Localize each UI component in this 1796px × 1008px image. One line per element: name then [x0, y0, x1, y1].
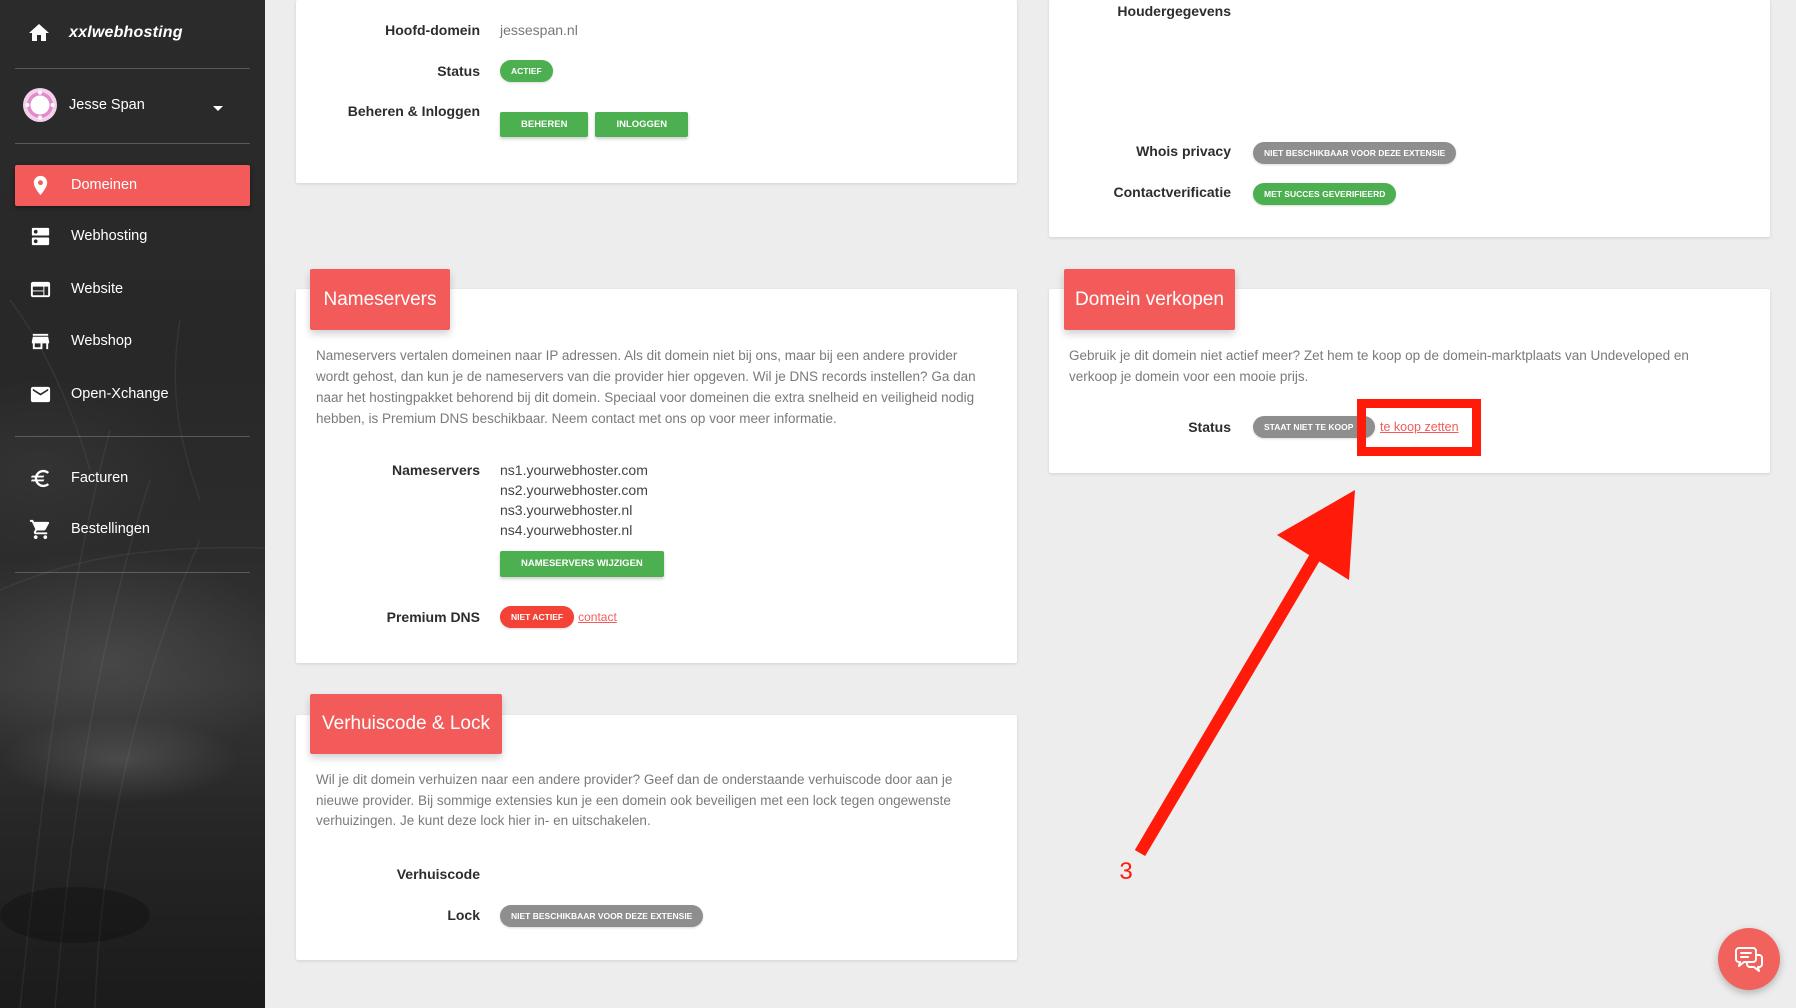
sidebar-item-domeinen[interactable]: Domeinen	[15, 165, 250, 206]
whois-label: Whois privacy	[1136, 143, 1231, 159]
sidebar-item-open-xchange[interactable]: Open-Xchange	[15, 374, 250, 415]
description-line: naar het hostingpakket behorend bij dit …	[316, 390, 975, 405]
home-icon[interactable]	[27, 21, 51, 45]
sidebar-item-website[interactable]: Website	[15, 269, 250, 310]
sidebar-item-label: Bestellingen	[71, 521, 150, 537]
sidebar-background-photo	[0, 299, 265, 1008]
website-icon	[29, 278, 52, 301]
cart-icon	[29, 518, 52, 541]
sidebar-item-label: Webshop	[71, 333, 132, 349]
sidebar-item-bestellingen[interactable]: Bestellingen	[15, 509, 250, 550]
lock-label: Lock	[447, 907, 480, 923]
description-line: Wil je dit domein verhuizen naar een and…	[316, 772, 953, 787]
nameservers-label: Nameservers	[392, 462, 480, 478]
sidebar-item-label: Website	[71, 281, 124, 297]
lock-badge: NIET BESCHIKBAAR VOOR DEZE EXTENSIE	[500, 905, 704, 927]
status-badge: ACTIEF	[500, 60, 553, 82]
mail-icon	[29, 383, 52, 406]
caret-down-icon	[213, 106, 223, 111]
contact-verification-badge: MET SUCCES GEVERIFIEERD	[1253, 183, 1397, 205]
chat-button[interactable]	[1718, 928, 1780, 990]
transfer-description: Wil je dit domein verhuizen naar een and…	[316, 770, 952, 832]
sell-domain-title: Domein verkopen	[1064, 269, 1235, 330]
sidebar-item-webshop[interactable]: Webshop	[15, 321, 250, 362]
description-line: Nameservers vertalen domeinen naar IP ad…	[316, 348, 958, 363]
contact-link[interactable]: contact	[578, 610, 617, 624]
brand-logo[interactable]: xxlwebhosting	[69, 22, 183, 44]
sidebar-item-webhosting[interactable]: Webhosting	[15, 216, 250, 257]
description-line: wordt gehost, dan kun je de nameservers …	[316, 369, 976, 384]
premium-dns-label: Premium DNS	[386, 609, 480, 625]
sidebar-item-label: Domeinen	[71, 177, 138, 193]
store-icon	[29, 330, 52, 353]
sidebar-divider	[15, 436, 250, 437]
annotation-arrow	[1134, 490, 1355, 857]
nameserver-item: ns4.yourwebhoster.nl	[500, 522, 633, 538]
sidebar-item-label: Facturen	[71, 470, 129, 486]
holder-label: Houdergegevens	[1117, 3, 1231, 19]
transfer-title: Verhuiscode & Lock	[310, 694, 502, 754]
manage-button[interactable]: BEHEREN	[500, 112, 589, 137]
annotation-step-label: 3	[1119, 858, 1133, 885]
description-line: Gebruik je dit domein niet actief meer? …	[1069, 348, 1689, 363]
sell-description: Gebruik je dit domein niet actief meer? …	[1069, 345, 1689, 387]
nameserver-list: ns1.yourwebhoster.com ns2.yourwebhoster.…	[500, 460, 648, 540]
nameserver-item: ns2.yourwebhoster.com	[500, 482, 648, 498]
sidebar-divider	[15, 572, 250, 573]
sidebar-item-facturen[interactable]: Facturen	[15, 458, 250, 499]
sidebar-divider	[15, 68, 250, 69]
status-label: Status	[437, 63, 480, 79]
main-domain-value: jessespan.nl	[500, 22, 578, 38]
whois-badge: NIET BESCHIKBAAR VOOR DEZE EXTENSIE	[1253, 142, 1457, 164]
avatar	[23, 88, 57, 122]
chat-icon	[1735, 947, 1763, 972]
nameserver-item: ns1.yourwebhoster.com	[500, 462, 648, 478]
user-name: Jesse Span	[69, 97, 145, 113]
nameservers-description: Nameservers vertalen domeinen naar IP ad…	[316, 345, 976, 429]
description-line: verkoop je domein voor een mooie prijs.	[1069, 369, 1309, 384]
sell-status-label: Status	[1188, 419, 1231, 435]
sidebar: xxlwebhosting Jesse Span Domeinen Webhos…	[0, 0, 265, 1008]
description-line: nieuwe provider. Bij sommige extensies k…	[316, 792, 951, 808]
map-pin-icon	[29, 174, 52, 197]
nameservers-title: Nameservers	[310, 269, 450, 330]
sidebar-item-label: Open-Xchange	[71, 386, 169, 402]
sidebar-divider	[15, 143, 250, 144]
manage-label: Beheren & Inloggen	[347, 103, 480, 119]
description-line: hebben, is Premium DNS beschikbaar. Neem…	[316, 411, 837, 426]
server-icon	[29, 225, 52, 248]
change-nameservers-button[interactable]: NAMESERVERS WIJZIGEN	[500, 551, 664, 577]
description-line: verhuizingen. Je kunt deze lock hier in-…	[316, 813, 651, 828]
sell-domain-link[interactable]: te koop zetten	[1380, 420, 1459, 434]
premium-dns-badge: NIET ACTIEF	[500, 606, 575, 628]
nameserver-item: ns3.yourwebhoster.nl	[500, 502, 633, 518]
contact-verification-label: Contactverificatie	[1113, 184, 1231, 200]
transfer-code-label: Verhuiscode	[396, 866, 480, 882]
login-button[interactable]: INLOGGEN	[595, 112, 689, 137]
main-domain-label: Hoofd-domein	[385, 22, 480, 38]
euro-icon	[29, 467, 52, 490]
sidebar-item-label: Webhosting	[71, 228, 148, 244]
sell-status-badge: STAAT NIET TE KOOP	[1253, 416, 1375, 438]
